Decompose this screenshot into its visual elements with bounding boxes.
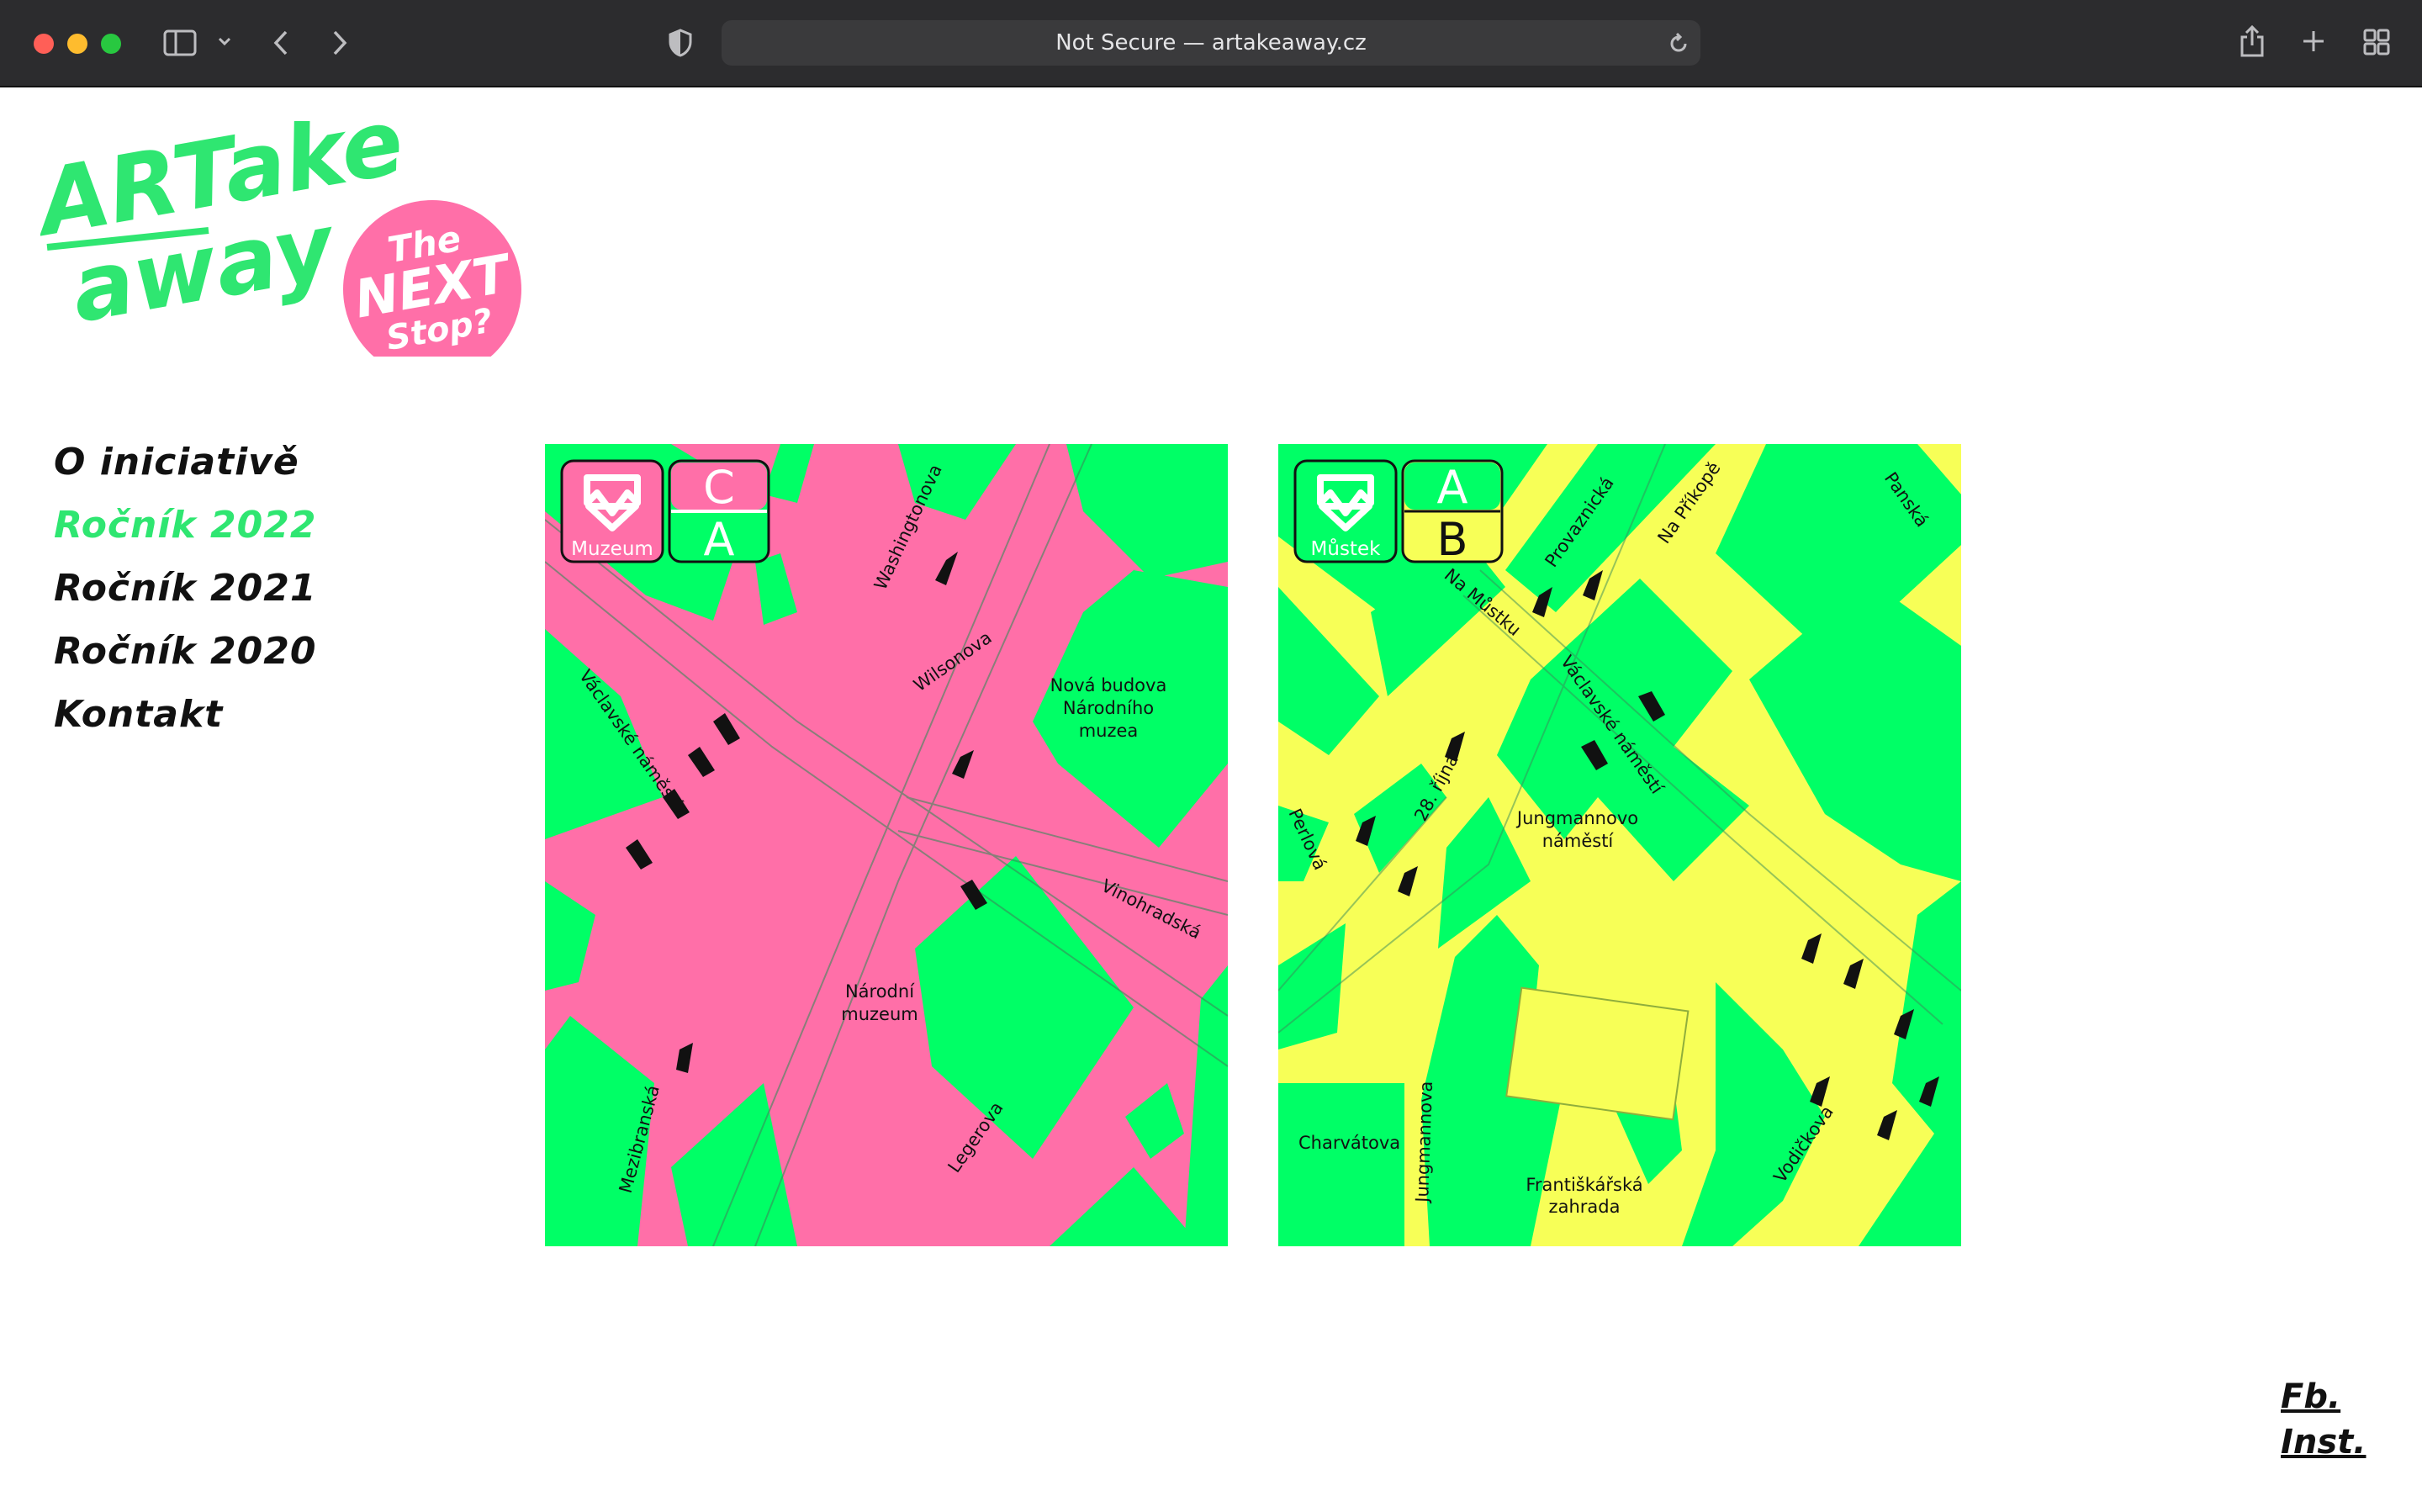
nav-item-o-iniciative[interactable]: O iniciativě	[54, 441, 316, 484]
sidebar-toggle-icon[interactable]	[163, 29, 197, 57]
back-arrow-icon[interactable]	[271, 29, 291, 57]
share-icon[interactable]	[2239, 24, 2266, 59]
label-muzeum: muzeum	[841, 1004, 918, 1024]
artakeaway-logo[interactable]: ARTake away The NEXT Stop?	[40, 121, 545, 357]
label-nova-budova: Nová budova	[1050, 675, 1167, 695]
forward-arrow-icon[interactable]	[330, 29, 350, 57]
label-namesti: náměstí	[1542, 831, 1615, 851]
facebook-link[interactable]: Fb.	[2281, 1374, 2366, 1419]
nav-item-rocnik-2021[interactable]: Ročník 2021	[54, 567, 316, 610]
line-a-badge: A	[704, 513, 735, 566]
new-tab-icon[interactable]	[2301, 29, 2326, 54]
label-zahrada: zahrada	[1549, 1197, 1621, 1217]
station-name: Muzeum	[571, 538, 653, 560]
minimize-window-button[interactable]	[67, 34, 87, 54]
line-b-badge: B	[1436, 513, 1467, 566]
line-c-badge: C	[703, 461, 735, 514]
page-content: ARTake away The NEXT Stop? O iniciativě …	[0, 87, 2422, 1512]
main-nav: O iniciativě Ročník 2022 Ročník 2021 Roč…	[54, 441, 316, 756]
address-bar[interactable]: Not Secure — artakeaway.cz	[722, 20, 1700, 66]
line-a-badge: A	[1437, 461, 1468, 514]
browser-toolbar: Not Secure — artakeaway.cz	[0, 0, 2422, 87]
instagram-link[interactable]: Inst.	[2281, 1419, 2366, 1465]
close-window-button[interactable]	[34, 34, 54, 54]
label-frantiskanska: Františkářská	[1526, 1175, 1642, 1195]
label-jungmannova: Jungmannova	[1412, 1081, 1436, 1204]
url-text: Not Secure — artakeaway.cz	[1055, 30, 1367, 56]
label-muzea: muzea	[1079, 721, 1139, 741]
nav-item-rocnik-2020[interactable]: Ročník 2020	[54, 630, 316, 673]
label-jungmannovo: Jungmannovo	[1515, 808, 1638, 828]
label-narodniho: Národního	[1063, 698, 1154, 718]
chevron-down-icon[interactable]	[217, 35, 232, 47]
tab-overview-icon[interactable]	[2363, 29, 2390, 56]
map-mustek[interactable]: Provaznická Na Příkopě Panská Na Můstku …	[1278, 444, 1961, 1246]
social-links: Fb. Inst.	[2281, 1374, 2366, 1465]
shield-icon[interactable]	[668, 29, 693, 57]
reload-icon[interactable]	[1667, 32, 1690, 56]
map-muzeum[interactable]: Washingtonova Wilsonova Václavské náměst…	[545, 444, 1228, 1246]
station-name: Můstek	[1311, 537, 1382, 560]
nav-item-kontakt[interactable]: Kontakt	[54, 693, 316, 736]
label-charvatova: Charvátova	[1298, 1133, 1400, 1153]
nav-item-rocnik-2022[interactable]: Ročník 2022	[54, 504, 316, 547]
label-narodni: Národní	[845, 981, 915, 1002]
zoom-window-button[interactable]	[101, 34, 121, 54]
